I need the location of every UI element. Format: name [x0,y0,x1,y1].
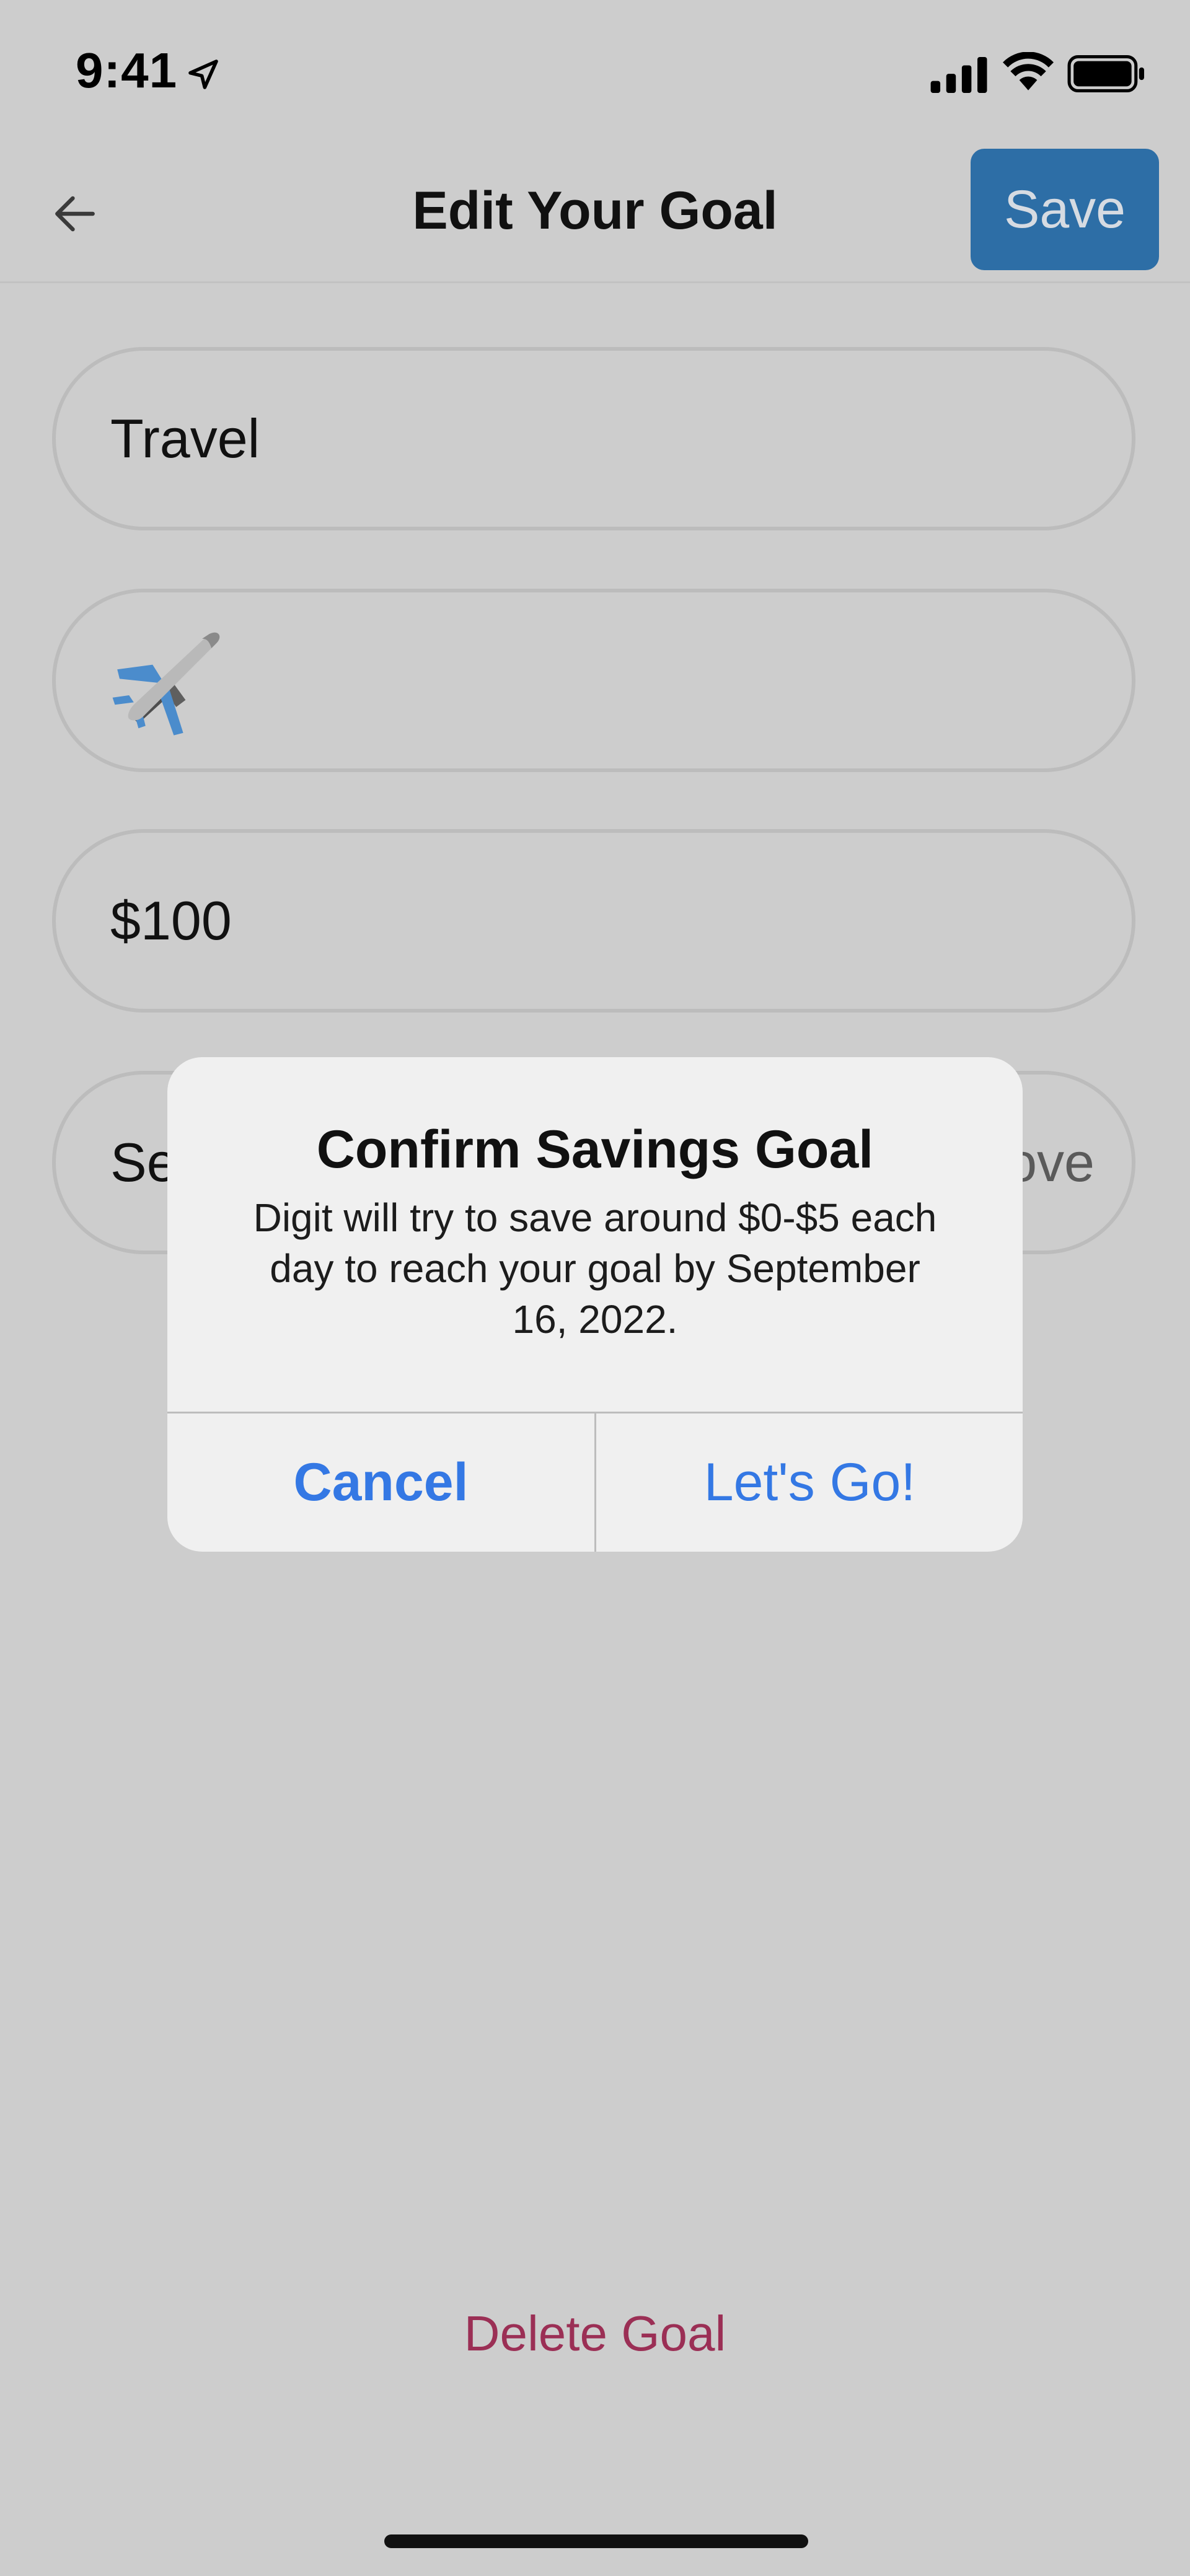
page-title: Edit Your Goal [412,181,778,240]
arrow-left-icon [55,196,95,232]
airplane-icon [112,632,220,736]
goal-name-field[interactable]: Travel [52,347,1135,530]
battery-icon [1067,55,1144,92]
cellular-signal-icon [930,57,987,93]
status-bar: 9:41 [0,0,1190,143]
goal-icon-field[interactable] [52,589,1135,772]
dialog-title: Confirm Savings Goal [316,1120,874,1179]
back-button[interactable] [41,180,109,248]
save-button[interactable]: Save [971,149,1159,270]
wifi-icon [1003,52,1054,90]
location-arrow-icon [188,59,218,89]
goal-amount-value: $100 [110,890,232,951]
navigation-bar: Edit Your Goal Save [0,143,1190,283]
lets-go-button[interactable]: Let's Go! [596,1413,1023,1552]
goal-amount-field[interactable]: $100 [52,829,1135,1013]
home-indicator[interactable] [384,2534,808,2548]
edit-goal-screen: 9:41 Edit Your Goal Save Travel $100 Se … [0,0,1190,2576]
confirm-savings-dialog: Confirm Savings Goal Digit will try to s… [167,1057,1023,1552]
goal-name-value: Travel [110,408,260,469]
cancel-button[interactable]: Cancel [167,1413,594,1552]
delete-goal-button[interactable]: Delete Goal [347,2305,843,2362]
status-time: 9:41 [76,43,178,98]
dialog-message: Digit will try to save around $0-$5 each… [253,1195,937,1342]
